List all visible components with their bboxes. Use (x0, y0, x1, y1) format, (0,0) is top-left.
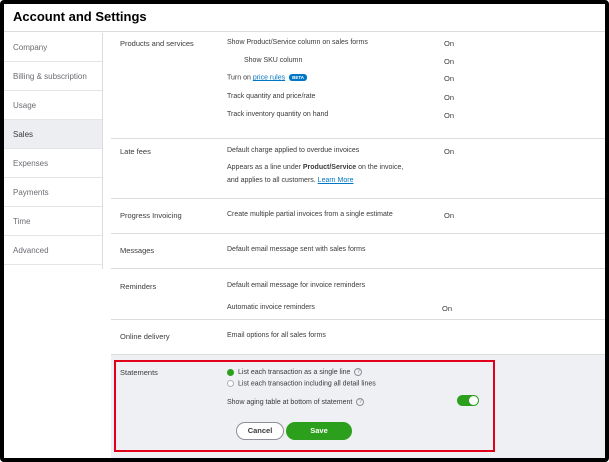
settings-content: Products and services Show Product/Servi… (103, 33, 605, 458)
section-title: Products and services (120, 39, 194, 48)
setting-label: Show Product/Service column on sales for… (227, 39, 368, 46)
sidebar-item-usage[interactable]: Usage (4, 91, 102, 120)
setting-value: On (444, 147, 455, 156)
sidebar-item-payments[interactable]: Payments (4, 178, 102, 207)
setting-label: Default email message for invoice remind… (227, 282, 366, 289)
setting-value: On (444, 57, 455, 66)
setting-label: Track inventory quantity on hand (227, 111, 329, 118)
desc-bold: Product/Service (302, 164, 357, 171)
section-title: Late fees (120, 147, 151, 156)
aging-table-setting: Show aging table at bottom of statement? (227, 398, 365, 406)
sidebar-item-time[interactable]: Time (4, 207, 102, 236)
help-icon[interactable]: ? (354, 368, 363, 376)
section-progress-invoicing[interactable]: Progress Invoicing Create multiple parti… (111, 199, 605, 234)
toggle-knob (469, 396, 478, 405)
beta-badge: BETA (289, 74, 308, 81)
section-messages[interactable]: Messages Default email message sent with… (111, 234, 605, 269)
setting-value: On (444, 74, 455, 83)
section-statements: Statements List each transaction as a si… (111, 355, 605, 458)
section-reminders[interactable]: Reminders Default email message for invo… (111, 269, 605, 320)
section-title: Statements (120, 368, 158, 377)
header: Account and Settings (4, 4, 605, 32)
section-online-delivery[interactable]: Online delivery Email options for all sa… (111, 320, 605, 355)
sidebar-item-company[interactable]: Company (4, 33, 102, 62)
option-label: List each transaction as a single line (238, 368, 351, 376)
section-late-fees[interactable]: Late fees Default charge applied to over… (111, 139, 605, 199)
setting-label: Turn on (227, 74, 253, 82)
option-label: Show aging table at bottom of statement (227, 398, 353, 406)
cancel-button[interactable]: Cancel (236, 422, 284, 440)
late-fee-description-line2: and applies to all customers. Learn More (227, 177, 353, 184)
desc-text: and applies to all customers. (227, 177, 318, 184)
sidebar-item-expenses[interactable]: Expenses (4, 149, 102, 178)
aging-table-toggle[interactable] (457, 395, 479, 406)
section-products-services[interactable]: Products and services Show Product/Servi… (111, 33, 605, 139)
statement-option-detail-lines[interactable]: List each transaction including all deta… (227, 380, 376, 387)
setting-value: On (444, 93, 455, 102)
price-rules-row: Turn on price rules BETA (227, 74, 308, 82)
setting-label: Show SKU column (244, 57, 303, 64)
setting-value: On (444, 111, 455, 120)
option-label: List each transaction including all deta… (238, 380, 376, 388)
help-icon[interactable]: ? (356, 398, 365, 406)
price-rules-link[interactable]: price rules (253, 74, 285, 81)
learn-more-link[interactable]: Learn More (318, 177, 354, 184)
late-fee-description: Appears as a line under Product/Service … (227, 164, 403, 171)
setting-label: Create multiple partial invoices from a … (227, 211, 393, 218)
radio-unchecked-icon[interactable] (227, 380, 234, 387)
sidebar: Company Billing & subscription Usage Sal… (4, 33, 103, 269)
section-title: Reminders (120, 282, 157, 291)
sidebar-item-sales[interactable]: Sales (4, 120, 102, 149)
setting-label: Automatic invoice reminders (227, 304, 315, 311)
save-button[interactable]: Save (286, 422, 352, 440)
sidebar-item-billing[interactable]: Billing & subscription (4, 62, 102, 91)
page-title: Account and Settings (13, 9, 147, 24)
setting-value: On (442, 304, 453, 313)
statement-option-single-line[interactable]: List each transaction as a single line? (227, 368, 363, 376)
setting-label: Default email message sent with sales fo… (227, 246, 366, 253)
setting-label: Default charge applied to overdue invoic… (227, 147, 360, 154)
desc-text: on the invoice, (356, 164, 404, 171)
setting-label: Track quantity and price/rate (227, 93, 316, 100)
desc-text: Appears as a line under (227, 164, 303, 171)
section-title: Online delivery (120, 332, 170, 341)
setting-label: Email options for all sales forms (227, 332, 326, 339)
section-title: Progress Invoicing (120, 211, 182, 220)
radio-checked-icon[interactable] (227, 368, 234, 376)
section-title: Messages (120, 246, 155, 255)
setting-value: On (444, 39, 455, 48)
setting-value: On (444, 211, 455, 220)
settings-window: Account and Settings Company Billing & s… (0, 0, 609, 462)
sidebar-item-advanced[interactable]: Advanced (4, 236, 102, 265)
